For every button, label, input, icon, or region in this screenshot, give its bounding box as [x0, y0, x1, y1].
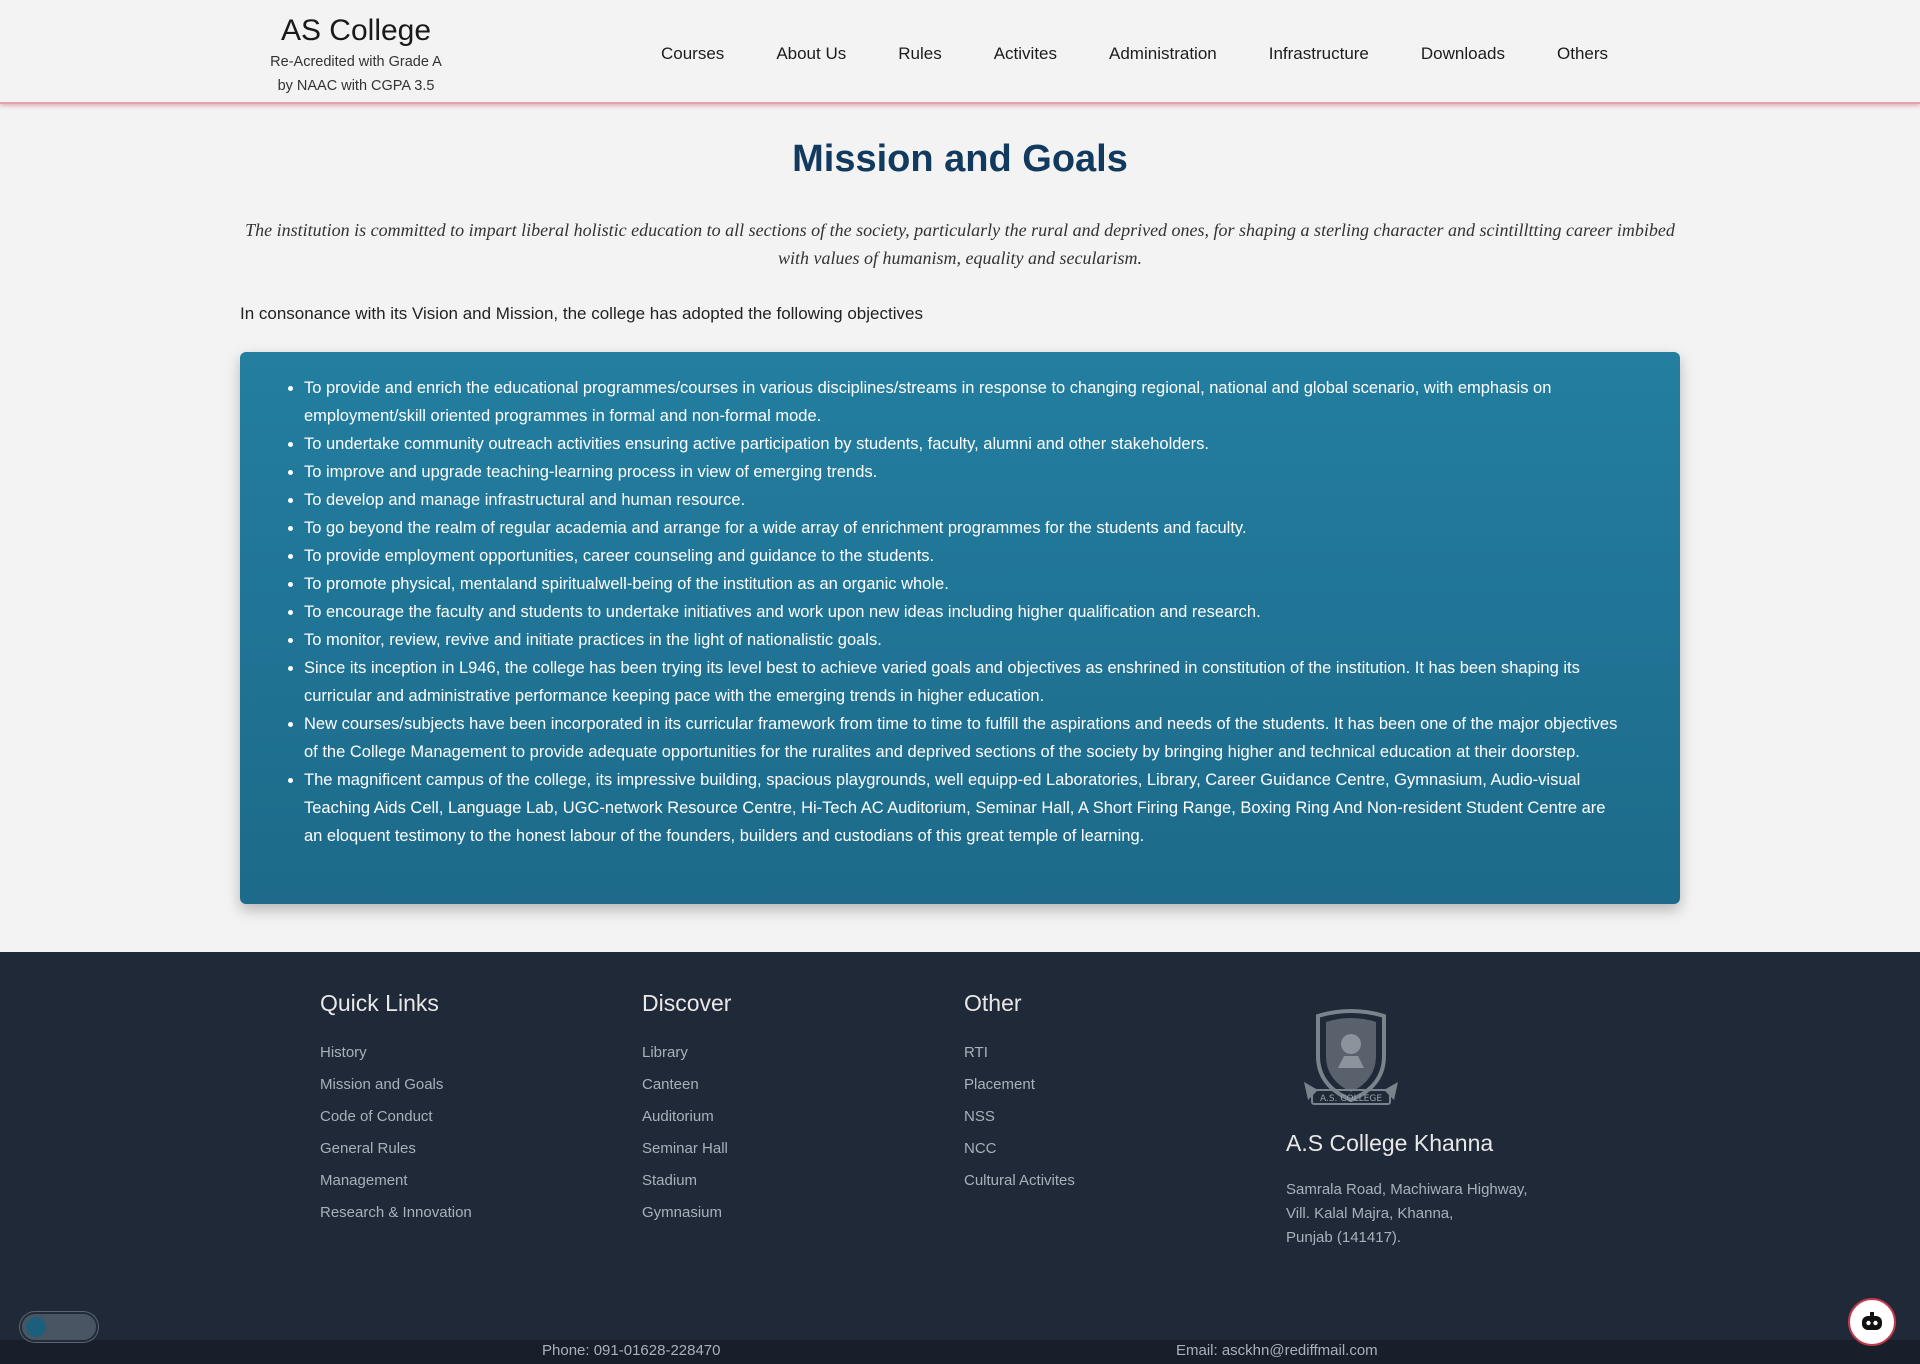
theme-toggle[interactable]	[20, 1312, 98, 1342]
objective-item: To monitor, review, revive and initiate …	[304, 626, 1620, 654]
objectives-intro: In consonance with its Vision and Missio…	[240, 304, 923, 323]
chatbot-button[interactable]	[1848, 1298, 1896, 1346]
footer-quick-links: Quick Links History Mission and Goals Co…	[320, 990, 472, 1229]
accreditation-line-1: Re-Acredited with Grade A	[270, 54, 442, 70]
footer-link-history[interactable]: History	[320, 1037, 472, 1069]
footer-link-mission-and-goals[interactable]: Mission and Goals	[320, 1069, 472, 1101]
footer-link-canteen[interactable]: Canteen	[642, 1069, 731, 1101]
footer-link-placement[interactable]: Placement	[964, 1069, 1075, 1101]
footer-address: Samrala Road, Machiwara Highway, Vill. K…	[1286, 1178, 1528, 1250]
nav-activites[interactable]: Activites	[994, 44, 1057, 64]
objective-item: To go beyond the realm of regular academ…	[304, 514, 1620, 542]
nav-administration[interactable]: Administration	[1109, 44, 1217, 64]
objectives-panel: To provide and enrich the educational pr…	[240, 352, 1680, 904]
chatbot-icon	[1862, 1312, 1882, 1330]
footer-link-cultural-activites[interactable]: Cultural Activites	[964, 1165, 1075, 1197]
site-title[interactable]: AS College	[256, 12, 456, 50]
nav-infrastructure[interactable]: Infrastructure	[1269, 44, 1369, 64]
other-heading: Other	[964, 990, 1022, 1016]
discover-heading: Discover	[642, 990, 732, 1016]
footer-link-auditorium[interactable]: Auditorium	[642, 1101, 731, 1133]
footer-link-management[interactable]: Management	[320, 1165, 472, 1197]
address-line-3: Punjab (141417).	[1286, 1229, 1402, 1246]
footer-link-seminar-hall[interactable]: Seminar Hall	[642, 1133, 731, 1165]
objective-item: To develop and manage infrastructural an…	[304, 486, 1620, 514]
footer-link-ncc[interactable]: NCC	[964, 1133, 1075, 1165]
objective-item: The magnificent campus of the college, i…	[304, 766, 1620, 850]
footer-discover: Discover Library Canteen Auditorium Semi…	[642, 990, 731, 1229]
footer-other: Other RTI Placement NSS NCC Cultural Act…	[964, 990, 1075, 1197]
accreditation-line-2: by NAAC with CGPA 3.5	[277, 78, 435, 94]
objective-item: To provide and enrich the educational pr…	[304, 374, 1620, 430]
objective-item: To undertake community outreach activiti…	[304, 430, 1620, 458]
footer-link-gymnasium[interactable]: Gymnasium	[642, 1197, 731, 1229]
site-footer: Quick Links History Mission and Goals Co…	[0, 952, 1920, 1340]
footer-link-library[interactable]: Library	[642, 1037, 731, 1069]
email-address[interactable]: Email: asckhn@rediffmail.com	[1176, 1342, 1378, 1359]
address-line-2: Vill. Kalal Majra, Khanna,	[1286, 1205, 1454, 1222]
phone-number[interactable]: Phone: 091-01628-228470	[542, 1342, 721, 1359]
nav-rules[interactable]: Rules	[898, 44, 941, 64]
footer-link-code-of-conduct[interactable]: Code of Conduct	[320, 1101, 472, 1133]
objective-item: To provide employment opportunities, car…	[304, 542, 1620, 570]
site-header: AS College Re-Acredited with Grade A by …	[0, 0, 1920, 104]
quick-links-heading: Quick Links	[320, 990, 439, 1016]
toggle-knob	[26, 1317, 46, 1337]
nav-courses[interactable]: Courses	[661, 44, 724, 64]
college-crest-icon: A.S. COLLEGE	[1298, 1008, 1404, 1108]
mission-statement: The institution is committed to impart l…	[245, 220, 1675, 268]
address-line-1: Samrala Road, Machiwara Highway,	[1286, 1181, 1528, 1198]
objective-item: To encourage the faculty and students to…	[304, 598, 1620, 626]
nav-others[interactable]: Others	[1557, 44, 1608, 64]
objective-item: To promote physical, mentaland spiritual…	[304, 570, 1620, 598]
objective-item: Since its inception in L946, the college…	[304, 654, 1620, 710]
objective-item: New courses/subjects have been incorpora…	[304, 710, 1620, 766]
main-nav: Courses About Us Rules Activites Adminis…	[661, 44, 1660, 64]
svg-text:A.S. COLLEGE: A.S. COLLEGE	[1320, 1094, 1382, 1104]
footer-link-stadium[interactable]: Stadium	[642, 1165, 731, 1197]
footer-college-name: A.S College Khanna	[1286, 1130, 1494, 1156]
page-title: Mission and Goals	[792, 138, 1128, 180]
objective-item: To improve and upgrade teaching-learning…	[304, 458, 1620, 486]
footer-link-rti[interactable]: RTI	[964, 1037, 1075, 1069]
nav-about-us[interactable]: About Us	[776, 44, 846, 64]
footer-link-research-innovation[interactable]: Research & Innovation	[320, 1197, 472, 1229]
footer-link-nss[interactable]: NSS	[964, 1101, 1075, 1133]
footer-link-general-rules[interactable]: General Rules	[320, 1133, 472, 1165]
brand[interactable]: AS College Re-Acredited with Grade A by …	[256, 12, 456, 98]
contact-bar: Phone: 091-01628-228470 Email: asckhn@re…	[0, 1340, 1920, 1364]
nav-downloads[interactable]: Downloads	[1421, 44, 1505, 64]
objectives-list: To provide and enrich the educational pr…	[304, 374, 1620, 850]
